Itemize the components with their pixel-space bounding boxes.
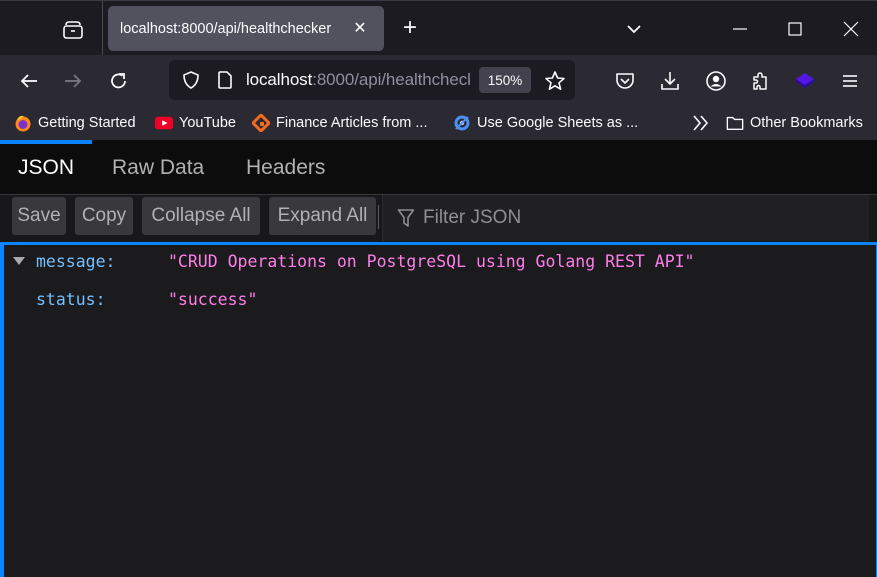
download-icon[interactable] (658, 69, 682, 93)
copy-button[interactable]: Copy (75, 197, 133, 235)
zoom-level-button[interactable]: 150% (479, 67, 531, 93)
tab-separator (102, 1, 103, 56)
url-host: localhost (246, 70, 313, 89)
json-toolbar: Save Copy Collapse All Expand All Filter… (0, 195, 877, 242)
tab-json[interactable]: JSON (0, 140, 93, 195)
filter-funnel-icon (397, 208, 415, 228)
json-value: "success" (168, 289, 258, 309)
collapse-all-button[interactable]: Collapse All (142, 197, 260, 235)
maximize-icon[interactable] (783, 17, 807, 41)
tab-raw-data[interactable]: Raw Data (94, 140, 222, 195)
json-value: "CRUD Operations on PostgreSQL using Gol… (168, 251, 695, 271)
tab-label: JSON (18, 155, 75, 179)
json-row-message[interactable]: message: "CRUD Operations on PostgreSQL … (4, 247, 874, 275)
bookmark-finance-articles[interactable]: Finance Articles from ... (252, 110, 428, 136)
bookmark-label: YouTube (179, 115, 236, 131)
bookmark-label: Getting Started (38, 115, 136, 131)
json-key: message: (36, 251, 116, 271)
bookmark-label: Finance Articles from ... (276, 115, 428, 131)
toolbar-divider (378, 205, 379, 229)
more-bookmarks-chevron-icon[interactable] (690, 113, 712, 133)
firefox-view-icon[interactable] (60, 17, 86, 43)
folder-icon (726, 114, 744, 132)
back-arrow-icon[interactable] (15, 67, 43, 95)
filter-placeholder: Filter JSON (423, 207, 522, 228)
firefox-icon (14, 114, 32, 132)
account-icon[interactable] (704, 69, 728, 93)
tab-headers[interactable]: Headers (228, 140, 343, 195)
json-tree: message: "CRUD Operations on PostgreSQL … (0, 242, 877, 577)
page-info-icon[interactable] (214, 69, 236, 91)
bookmark-google-sheets[interactable]: Use Google Sheets as ... (453, 110, 638, 136)
hamburger-menu-icon[interactable] (838, 69, 862, 93)
bookmark-youtube[interactable]: YouTube (155, 110, 236, 136)
save-button[interactable]: Save (12, 197, 66, 235)
close-tab-icon[interactable]: ✕ (348, 16, 372, 40)
pocket-icon[interactable] (613, 69, 637, 93)
json-key: status: (36, 289, 106, 309)
bookmark-label: Other Bookmarks (750, 115, 863, 131)
browser-tab-active[interactable]: localhost:8000/api/healthchecker ✕ (108, 6, 384, 51)
json-row-status[interactable]: status: "success" (4, 285, 874, 313)
title-bar: localhost:8000/api/healthchecker ✕ + (0, 0, 877, 56)
json-viewer-tabs: JSON Raw Data Headers (0, 140, 877, 195)
close-window-icon[interactable] (839, 17, 863, 41)
expand-triangle-icon[interactable] (12, 254, 26, 268)
minimize-icon[interactable] (728, 17, 752, 41)
google-sheets-site-icon (453, 114, 471, 132)
expand-all-button[interactable]: Expand All (269, 197, 376, 235)
tab-title: localhost:8000/api/healthchecker (120, 20, 332, 37)
tab-label: Raw Data (112, 155, 205, 179)
youtube-icon (155, 114, 173, 132)
forward-arrow-icon[interactable] (59, 67, 87, 95)
other-bookmarks-folder[interactable]: Other Bookmarks (726, 110, 863, 136)
url-text[interactable]: localhost:8000/api/healthchecker (246, 70, 470, 90)
filter-json-input[interactable]: Filter JSON (382, 195, 869, 241)
extensions-puzzle-icon[interactable] (749, 69, 773, 93)
bookmark-label: Use Google Sheets as ... (477, 115, 639, 131)
new-tab-button[interactable]: + (398, 16, 422, 41)
star-bookmark-icon[interactable] (543, 69, 567, 93)
shield-icon[interactable] (180, 69, 202, 91)
finance-site-icon (252, 114, 270, 132)
extension-layers-icon[interactable] (793, 69, 817, 93)
tab-label: Headers (246, 155, 326, 179)
chevron-down-icon[interactable] (622, 17, 646, 41)
bookmark-getting-started[interactable]: Getting Started (14, 110, 136, 136)
reload-icon[interactable] (105, 67, 133, 95)
url-path: :8000/api/healthchecker (312, 70, 470, 89)
